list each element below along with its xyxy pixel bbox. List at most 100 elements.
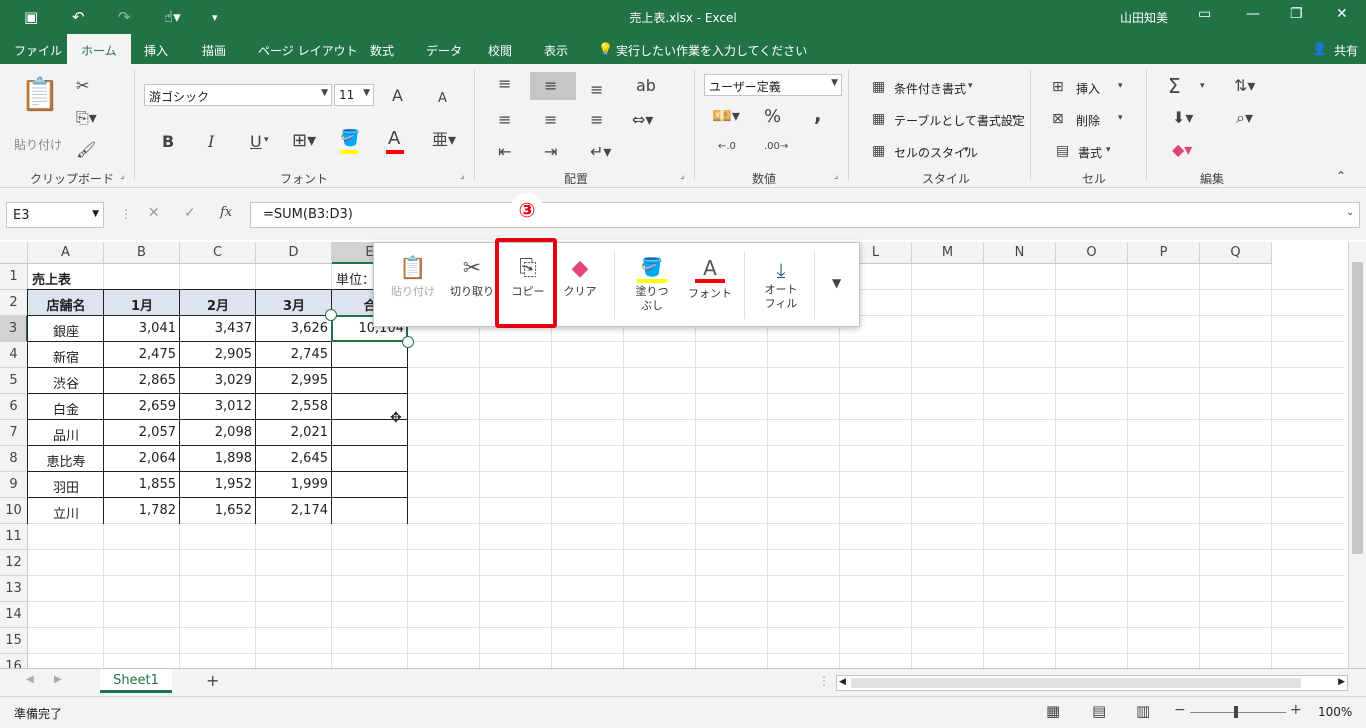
clear-button[interactable]: ◆ クリア: [556, 255, 604, 299]
column-header-b[interactable]: B: [104, 242, 180, 264]
store-name-cell[interactable]: 品川: [28, 420, 104, 446]
value-cell[interactable]: [332, 446, 408, 472]
value-cell[interactable]: 1,999: [256, 472, 332, 498]
collapse-ribbon-icon[interactable]: ⌃: [1336, 170, 1346, 182]
autosum-icon[interactable]: Σ: [1168, 76, 1181, 96]
scroll-left-icon[interactable]: ◀: [839, 677, 846, 687]
value-cell[interactable]: 3,029: [180, 368, 256, 394]
value-cell[interactable]: 3,626: [256, 316, 332, 342]
prev-sheet-icon[interactable]: ◀: [26, 675, 34, 685]
tab-insert[interactable]: 挿入: [144, 42, 168, 59]
value-cell[interactable]: [332, 368, 408, 394]
value-cell[interactable]: [332, 498, 408, 524]
fill-color-icon[interactable]: 🪣: [340, 130, 360, 146]
align-middle-icon[interactable]: ≡: [544, 78, 557, 94]
value-cell[interactable]: 2,905: [180, 342, 256, 368]
value-cell[interactable]: 2,098: [180, 420, 256, 446]
value-cell[interactable]: 2,745: [256, 342, 332, 368]
row-header-8[interactable]: 8: [0, 446, 28, 472]
paste-button[interactable]: 貼り付け: [14, 136, 62, 153]
delete-cells-button[interactable]: 削除: [1076, 112, 1100, 129]
value-cell[interactable]: 2,021: [256, 420, 332, 446]
align-center-icon[interactable]: ≡: [544, 112, 557, 128]
value-cell[interactable]: [332, 472, 408, 498]
insert-cells-button[interactable]: 挿入: [1076, 80, 1100, 97]
currency-icon[interactable]: 💴▾: [712, 108, 740, 124]
row-header-2[interactable]: 2: [0, 290, 28, 316]
dialog-launcher-icon[interactable]: ⌟: [834, 172, 838, 181]
decrease-indent-icon[interactable]: ⇤: [498, 144, 511, 160]
page-layout-view-icon[interactable]: ▤: [1092, 704, 1106, 719]
selection-handle[interactable]: [402, 336, 414, 348]
value-cell[interactable]: 2,558: [256, 394, 332, 420]
table-header-cell[interactable]: 3月: [256, 290, 332, 316]
tab-file[interactable]: ファイル: [14, 42, 62, 59]
row-header-10[interactable]: 10: [0, 498, 28, 524]
chevron-down-icon[interactable]: ▾: [1118, 82, 1123, 91]
store-name-cell[interactable]: 白金: [28, 394, 104, 420]
value-cell[interactable]: 1,855: [104, 472, 180, 498]
cut-icon[interactable]: ✂: [76, 78, 89, 94]
row-header-1[interactable]: 1: [0, 264, 28, 290]
orientation-icon[interactable]: ab: [636, 78, 656, 94]
value-cell[interactable]: 2,645: [256, 446, 332, 472]
column-header-n[interactable]: N: [984, 242, 1056, 264]
chevron-down-icon[interactable]: ▾: [1106, 146, 1111, 155]
conditional-format-icon[interactable]: ▦: [872, 80, 885, 94]
more-options-chevron-icon[interactable]: ▼: [832, 277, 841, 289]
row-header-12[interactable]: 12: [0, 550, 28, 576]
decrease-decimal-icon[interactable]: .00→: [764, 142, 788, 152]
column-header-q[interactable]: Q: [1200, 242, 1272, 264]
tab-formulas[interactable]: 数式: [370, 42, 394, 59]
copy-icon[interactable]: ⎘▾: [76, 110, 97, 126]
share-icon[interactable]: 👤: [1312, 42, 1327, 56]
row-header-7[interactable]: 7: [0, 420, 28, 446]
align-right-icon[interactable]: ≡: [590, 112, 603, 128]
dialog-launcher-icon[interactable]: ⌟: [460, 172, 464, 181]
add-sheet-button[interactable]: +: [206, 673, 219, 689]
name-box[interactable]: E3 ▼: [6, 202, 104, 228]
value-cell[interactable]: 1,898: [180, 446, 256, 472]
chevron-down-icon[interactable]: ▾: [964, 146, 969, 155]
value-cell[interactable]: 3,041: [104, 316, 180, 342]
value-cell[interactable]: 2,064: [104, 446, 180, 472]
table-header-cell[interactable]: 2月: [180, 290, 256, 316]
normal-view-icon[interactable]: ▦: [1046, 704, 1060, 719]
number-format-select[interactable]: ユーザー定義 ▼: [704, 74, 842, 96]
zoom-in-button[interactable]: +: [1290, 703, 1302, 717]
zoom-level[interactable]: 100%: [1318, 705, 1352, 719]
value-cell[interactable]: 1,652: [180, 498, 256, 524]
value-cell[interactable]: 2,475: [104, 342, 180, 368]
selection-handle[interactable]: [325, 309, 337, 321]
column-header-d[interactable]: D: [256, 242, 332, 264]
delete-cells-icon[interactable]: ⊠: [1052, 112, 1064, 126]
phonetic-icon[interactable]: 亜▾: [432, 132, 456, 148]
increase-decimal-icon[interactable]: ←.0: [718, 142, 736, 152]
comma-button[interactable]: ,: [814, 104, 822, 124]
expand-formula-icon[interactable]: ⌄: [1346, 208, 1354, 218]
align-bottom-icon[interactable]: ≡: [590, 82, 603, 98]
row-header-4[interactable]: 4: [0, 342, 28, 368]
row-header-6[interactable]: 6: [0, 394, 28, 420]
align-top-icon[interactable]: ≡: [498, 76, 511, 92]
enter-icon[interactable]: ✓: [184, 206, 196, 220]
value-cell[interactable]: 2,865: [104, 368, 180, 394]
insert-cells-icon[interactable]: ⊞: [1052, 80, 1064, 94]
zoom-slider-thumb[interactable]: [1234, 706, 1238, 718]
cut-button[interactable]: ✂ 切り取り: [448, 255, 496, 299]
chevron-down-icon[interactable]: ▾: [264, 136, 269, 145]
sort-filter-icon[interactable]: ⇅▾: [1234, 78, 1255, 94]
paste-button[interactable]: 📋 貼り付け: [388, 255, 438, 299]
formula-input[interactable]: =SUM(B3:D3): [250, 202, 1360, 228]
merge-center-icon[interactable]: ⇔▾: [632, 112, 653, 128]
table-header-cell[interactable]: 1月: [104, 290, 180, 316]
clear-icon[interactable]: ◆▾: [1172, 142, 1192, 158]
store-name-cell[interactable]: 新宿: [28, 342, 104, 368]
value-cell[interactable]: 2,174: [256, 498, 332, 524]
font-color-button[interactable]: A: [388, 130, 400, 148]
cancel-icon[interactable]: ✕: [148, 206, 160, 220]
paste-icon[interactable]: 📋: [20, 78, 60, 110]
vertical-scrollbar[interactable]: [1348, 242, 1366, 668]
tab-view[interactable]: 表示: [544, 42, 568, 59]
value-cell[interactable]: 2,057: [104, 420, 180, 446]
